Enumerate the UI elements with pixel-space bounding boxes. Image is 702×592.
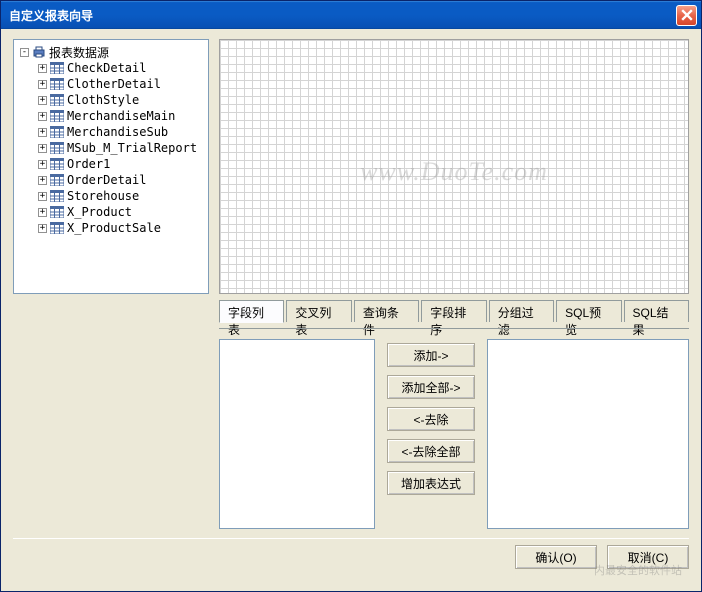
table-icon (50, 94, 64, 106)
table-icon (50, 158, 64, 170)
tab[interactable]: 字段排序 (421, 300, 486, 322)
remove-all-button[interactable]: <-去除全部 (387, 439, 475, 463)
printer-icon (32, 45, 46, 59)
tree-item[interactable]: + ClotherDetail (16, 76, 206, 92)
table-icon (50, 110, 64, 122)
tree-root-label: 报表数据源 (49, 44, 109, 61)
add-expression-button[interactable]: 增加表达式 (387, 471, 475, 495)
tree-item-label: Order1 (67, 157, 110, 171)
table-icon (50, 222, 64, 234)
tree-item-label: MSub_M_TrialReport (67, 141, 197, 155)
tab[interactable]: 字段列表 (219, 300, 284, 323)
expand-icon[interactable]: + (38, 208, 47, 217)
table-icon (50, 142, 64, 154)
tab[interactable]: 分组过滤 (489, 300, 554, 322)
tree-item-label: ClotherDetail (67, 77, 161, 91)
titlebar: 自定义报表向导 (1, 1, 701, 29)
window-title: 自定义报表向导 (5, 7, 676, 24)
close-button[interactable] (676, 5, 697, 26)
tab[interactable]: SQL结果 (624, 300, 689, 322)
tree-item[interactable]: + MerchandiseMain (16, 108, 206, 124)
tree-item[interactable]: + MSub_M_TrialReport (16, 140, 206, 156)
tree-item[interactable]: + Order1 (16, 156, 206, 172)
tree-item[interactable]: + MerchandiseSub (16, 124, 206, 140)
actions-column: 添加-> 添加全部-> <-去除 <-去除全部 增加表达式 (387, 339, 475, 532)
expand-icon[interactable]: + (38, 112, 47, 121)
tree-root[interactable]: - 报表数据源 (16, 44, 206, 60)
tree-item[interactable]: + CheckDetail (16, 60, 206, 76)
expand-icon[interactable]: + (38, 80, 47, 89)
field-picker-row: 添加-> 添加全部-> <-去除 <-去除全部 增加表达式 (219, 328, 689, 532)
tab[interactable]: 交叉列表 (286, 300, 351, 322)
table-icon (50, 174, 64, 186)
table-icon (50, 190, 64, 202)
tree-item-label: CheckDetail (67, 61, 146, 75)
tree-item[interactable]: + ClothStyle (16, 92, 206, 108)
tree-item[interactable]: + X_ProductSale (16, 220, 206, 236)
expand-icon[interactable]: + (38, 192, 47, 201)
tree-item-label: X_ProductSale (67, 221, 161, 235)
tab[interactable]: 查询条件 (354, 300, 419, 322)
close-icon (681, 9, 693, 21)
tree-item-label: MerchandiseMain (67, 109, 175, 123)
tree-item-label: Storehouse (67, 189, 139, 203)
expand-icon[interactable]: + (38, 176, 47, 185)
remove-button[interactable]: <-去除 (387, 407, 475, 431)
tab-bar: 字段列表交叉列表查询条件字段排序分组过滤SQL预览SQL结果 (219, 300, 689, 322)
table-icon (50, 126, 64, 138)
dialog-window: 自定义报表向导 - 报表数据源 + CheckDetail + ClotherDeta… (0, 0, 702, 592)
expand-icon[interactable]: + (38, 96, 47, 105)
expand-icon[interactable]: + (38, 224, 47, 233)
selected-fields-list[interactable] (487, 339, 689, 529)
design-grid[interactable]: www.DuoTe.com (219, 39, 689, 294)
available-fields-list[interactable] (219, 339, 375, 529)
table-icon (50, 206, 64, 218)
add-all-button[interactable]: 添加全部-> (387, 375, 475, 399)
tree-item-label: MerchandiseSub (67, 125, 168, 139)
watermark-text: www.DuoTe.com (360, 157, 548, 187)
tree-item-label: ClothStyle (67, 93, 139, 107)
expand-icon[interactable]: + (38, 144, 47, 153)
expand-icon[interactable]: + (38, 64, 47, 73)
collapse-icon[interactable]: - (20, 48, 29, 57)
cancel-button[interactable]: 取消(C) (607, 545, 689, 569)
tree-item[interactable]: + X_Product (16, 204, 206, 220)
add-button[interactable]: 添加-> (387, 343, 475, 367)
dialog-buttons: 确认(O) 取消(C) (13, 538, 689, 569)
tab[interactable]: SQL预览 (556, 300, 621, 322)
tree-item-label: OrderDetail (67, 173, 146, 187)
top-row: - 报表数据源 + CheckDetail + ClotherDetail + Cloth… (13, 39, 689, 294)
tree-item[interactable]: + OrderDetail (16, 172, 206, 188)
expand-icon[interactable]: + (38, 160, 47, 169)
tree-item-label: X_Product (67, 205, 132, 219)
content-area: - 报表数据源 + CheckDetail + ClotherDetail + Cloth… (1, 29, 701, 591)
ok-button[interactable]: 确认(O) (515, 545, 597, 569)
tree-item[interactable]: + Storehouse (16, 188, 206, 204)
expand-icon[interactable]: + (38, 128, 47, 137)
tree-view[interactable]: - 报表数据源 + CheckDetail + ClotherDetail + Cloth… (13, 39, 209, 294)
table-icon (50, 62, 64, 74)
table-icon (50, 78, 64, 90)
